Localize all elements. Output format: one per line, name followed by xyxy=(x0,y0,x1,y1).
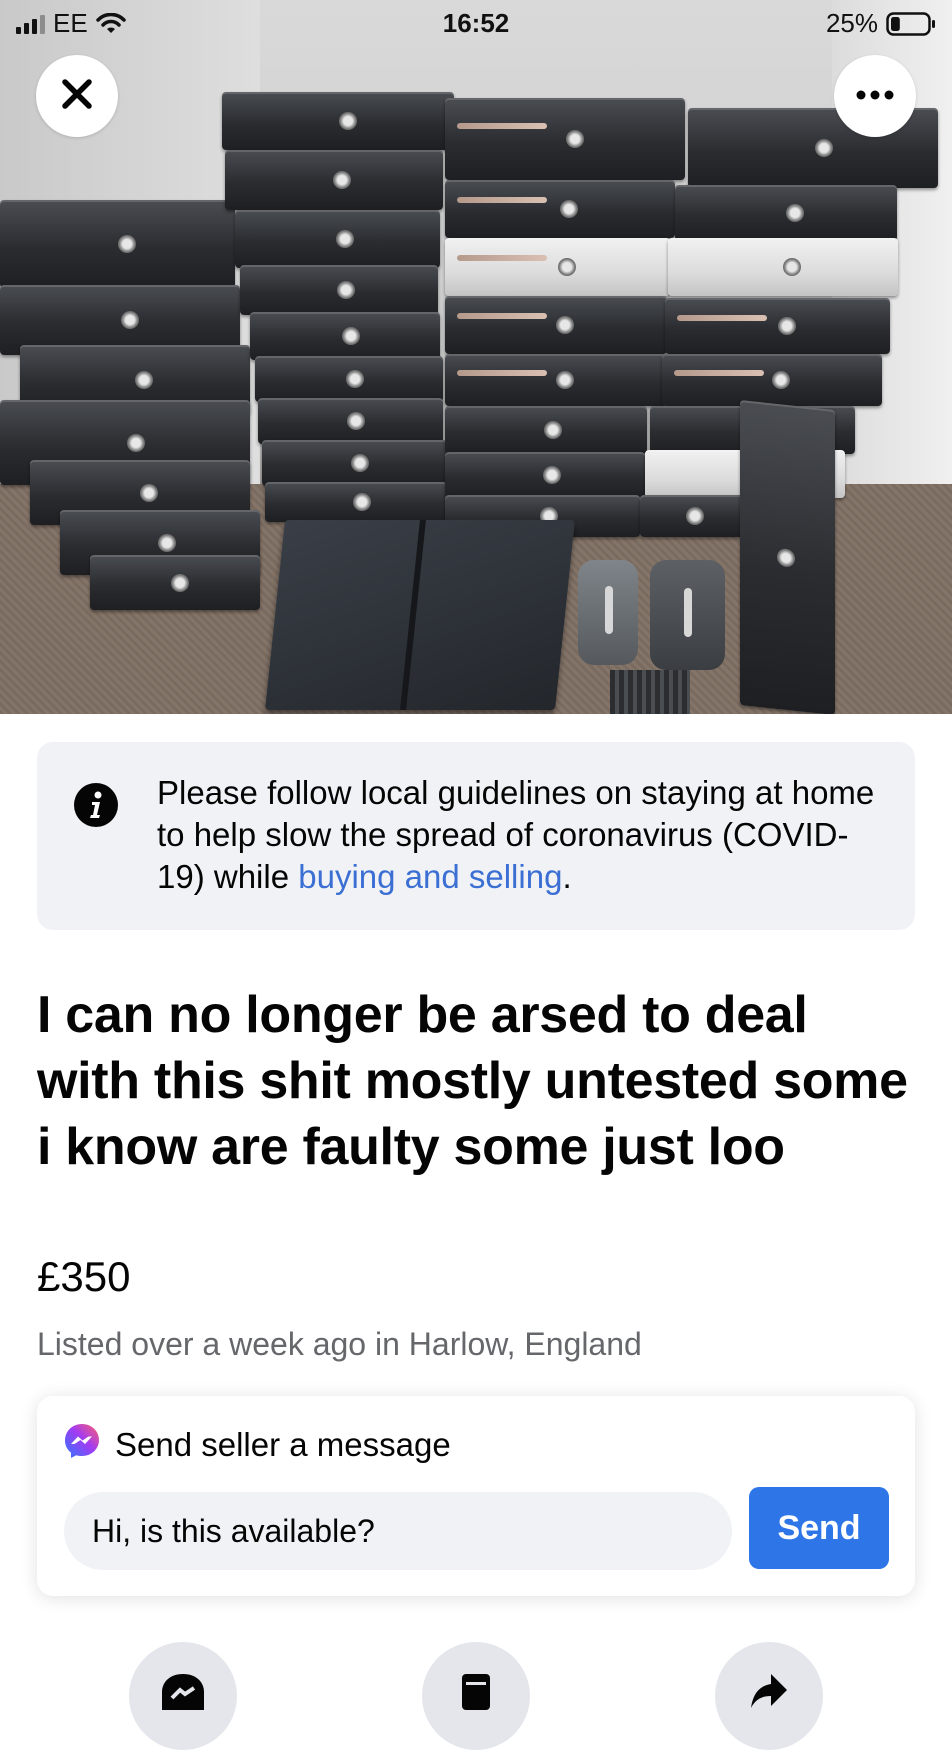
console-image xyxy=(250,312,440,360)
notice-end: . xyxy=(562,858,572,895)
console-image xyxy=(235,210,440,268)
covid-notice: Please follow local guidelines on stayin… xyxy=(37,742,915,930)
console-image xyxy=(445,180,675,238)
send-button[interactable]: Send xyxy=(749,1487,889,1569)
message-action-button[interactable] xyxy=(129,1642,237,1750)
console-image xyxy=(225,150,443,210)
console-image xyxy=(445,452,645,498)
clock: 16:52 xyxy=(442,8,510,38)
console-image xyxy=(255,356,443,402)
console-image xyxy=(740,400,835,714)
more-horizontal-icon xyxy=(855,87,895,105)
listing-title: I can no longer be arsed to deal with th… xyxy=(37,986,908,1176)
grille-image xyxy=(610,670,690,714)
console-image xyxy=(675,185,897,241)
console-image xyxy=(665,298,890,354)
messenger-icon xyxy=(63,1422,101,1468)
console-image xyxy=(445,296,667,354)
console-image xyxy=(668,238,898,296)
console-image xyxy=(445,354,667,406)
listing-meta: Listed over a week ago in Harlow, Englan… xyxy=(37,1326,642,1362)
notice-text: Please follow local guidelines on stayin… xyxy=(157,772,877,898)
message-seller-card: Send seller a message Send xyxy=(37,1396,915,1596)
share-action-button[interactable] xyxy=(715,1642,823,1750)
console-image xyxy=(662,354,882,406)
console-image xyxy=(90,555,260,610)
close-button[interactable] xyxy=(36,55,118,137)
drive-image xyxy=(650,560,725,670)
status-bar: EE 16:52 25% xyxy=(0,0,952,48)
status-right: 25% xyxy=(826,8,936,39)
console-image xyxy=(445,98,685,180)
share-icon xyxy=(747,1670,791,1720)
battery-percent: 25% xyxy=(825,8,878,38)
console-image xyxy=(258,398,443,444)
listing-photo[interactable] xyxy=(0,0,952,714)
listing-price: £350 xyxy=(37,1253,131,1300)
console-image xyxy=(445,406,647,454)
console-image xyxy=(445,238,670,296)
drive-image xyxy=(578,560,638,665)
message-card-header: Send seller a message xyxy=(63,1422,451,1468)
info-icon xyxy=(73,782,119,828)
console-image xyxy=(222,92,454,150)
save-action-button[interactable] xyxy=(422,1642,530,1750)
close-icon xyxy=(59,76,95,117)
more-options-button[interactable] xyxy=(834,55,916,137)
console-image xyxy=(265,482,447,522)
save-icon xyxy=(454,1670,498,1720)
message-card-heading: Send seller a message xyxy=(115,1426,451,1463)
message-input[interactable] xyxy=(64,1492,732,1570)
console-image xyxy=(240,265,438,315)
battery-icon xyxy=(886,11,936,36)
console-image xyxy=(640,495,750,537)
console-image xyxy=(0,200,235,288)
message-icon xyxy=(158,1670,208,1720)
console-image xyxy=(262,440,447,486)
buying-selling-link[interactable]: buying and selling xyxy=(298,858,562,895)
console-image xyxy=(265,520,575,710)
